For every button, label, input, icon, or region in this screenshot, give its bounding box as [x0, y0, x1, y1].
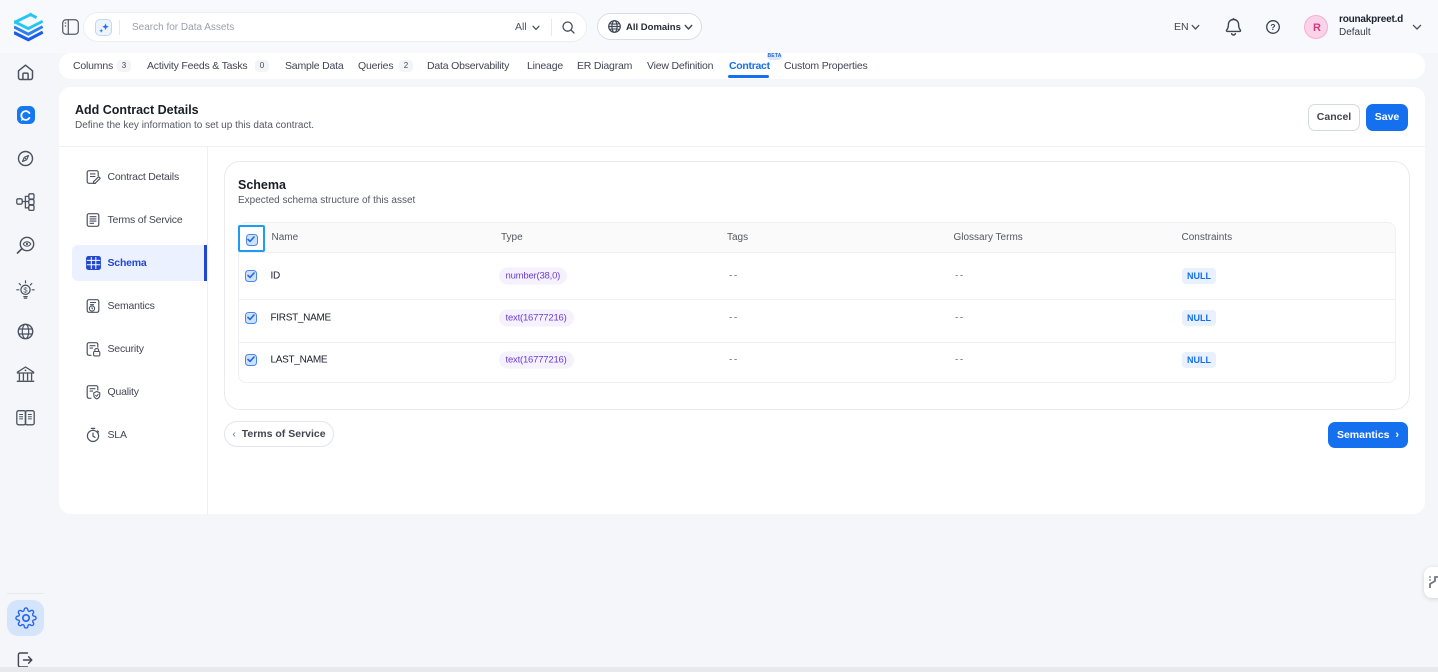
svg-text:?: ? — [1270, 22, 1275, 32]
